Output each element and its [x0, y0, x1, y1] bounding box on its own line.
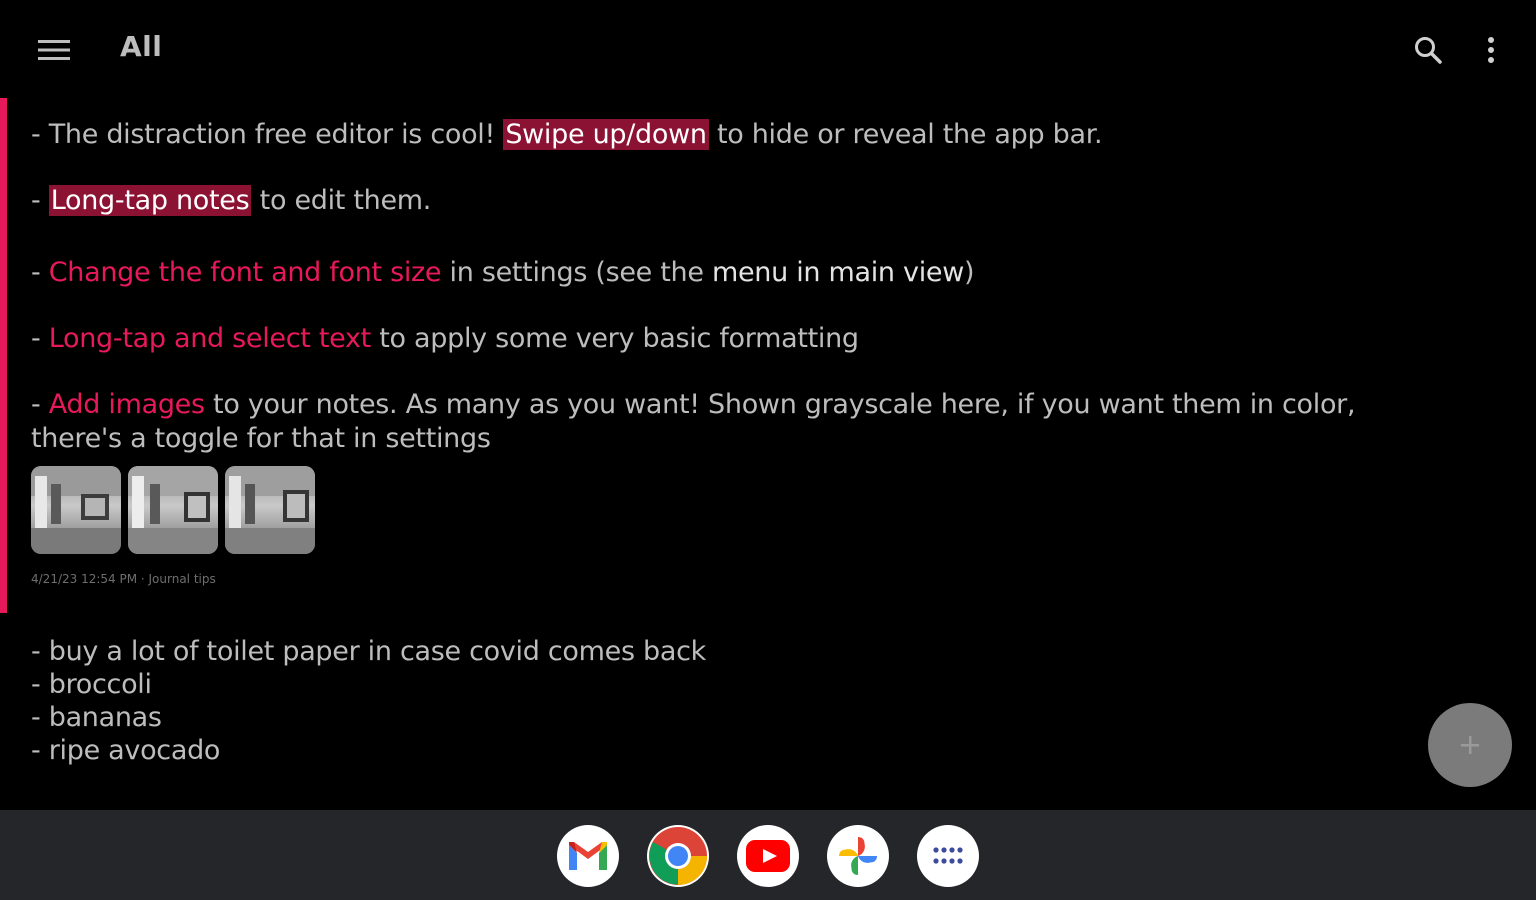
tip-images: - Add images to your notes. As many as y…: [31, 388, 1451, 456]
tip-pink-text: Change the font and font size: [48, 257, 442, 288]
tip-font-settings: - Change the font and font size in setti…: [31, 256, 975, 290]
tip-text: -: [31, 323, 49, 354]
chrome-app-button[interactable]: [647, 825, 709, 887]
app-bar: All: [0, 0, 1536, 98]
youtube-app-button[interactable]: [737, 825, 799, 887]
gmail-app-button[interactable]: [557, 825, 619, 887]
tip-strong-text: menu in main view: [711, 257, 965, 288]
page-title: All: [120, 30, 163, 63]
gmail-icon: [569, 842, 607, 870]
tip-highlight: Long-tap notes: [48, 185, 252, 216]
note-accent-bar: [0, 98, 7, 613]
taskbar: [0, 810, 1536, 900]
tip-pink-text: Long-tap and select text: [48, 323, 372, 354]
tip-text: -: [31, 185, 49, 216]
photos-icon: [839, 837, 877, 875]
tip-text: in settings (see the: [441, 257, 712, 288]
tip-text: -: [31, 389, 49, 420]
chrome-icon: [649, 827, 707, 885]
list-item: - broccoli: [31, 669, 152, 700]
add-note-button[interactable]: [1428, 703, 1512, 787]
more-vert-icon: [1488, 37, 1494, 63]
image-thumbnail[interactable]: [31, 466, 121, 554]
photos-app-button[interactable]: [827, 825, 889, 887]
plus-icon: [1461, 736, 1479, 754]
note-metadata: 4/21/23 12:54 PM · Journal tips: [31, 572, 216, 586]
tip-text: -: [31, 257, 49, 288]
note-card-journal-tips[interactable]: - The distraction free editor is cool! S…: [0, 98, 1536, 613]
tip-text: - The distraction free editor is cool!: [31, 119, 504, 150]
hamburger-menu-button[interactable]: [30, 28, 78, 72]
tip-highlight: Swipe up/down: [503, 119, 709, 150]
list-item: - ripe avocado: [31, 735, 221, 766]
tip-text: to hide or reveal the app bar.: [708, 119, 1103, 150]
youtube-icon: [746, 840, 790, 872]
tip-swipe: - The distraction free editor is cool! S…: [31, 118, 1103, 152]
list-item: - bananas: [31, 702, 162, 733]
tip-text: to apply some very basic formatting: [370, 323, 859, 354]
search-button[interactable]: [1404, 26, 1452, 74]
tip-text: ): [964, 257, 975, 288]
tip-text: to your notes. As many as you want! Show…: [31, 389, 1356, 454]
app-drawer-icon: [933, 847, 963, 864]
list-item: - buy a lot of toilet paper in case covi…: [31, 636, 706, 667]
note-card-shopping-list[interactable]: - buy a lot of toilet paper in case covi…: [0, 630, 1536, 780]
tip-pink-text: Add images: [48, 389, 205, 420]
search-icon: [1415, 37, 1442, 64]
image-thumbnails: [31, 466, 315, 554]
image-thumbnail[interactable]: [128, 466, 218, 554]
tip-formatting: - Long-tap and select text to apply some…: [31, 322, 859, 356]
tip-text: to edit them.: [251, 185, 432, 216]
hamburger-menu-icon: [38, 40, 70, 60]
image-thumbnail[interactable]: [225, 466, 315, 554]
tip-long-tap-notes: - Long-tap notes to edit them.: [31, 184, 431, 218]
app-drawer-button[interactable]: [917, 825, 979, 887]
more-options-button[interactable]: [1468, 26, 1514, 74]
